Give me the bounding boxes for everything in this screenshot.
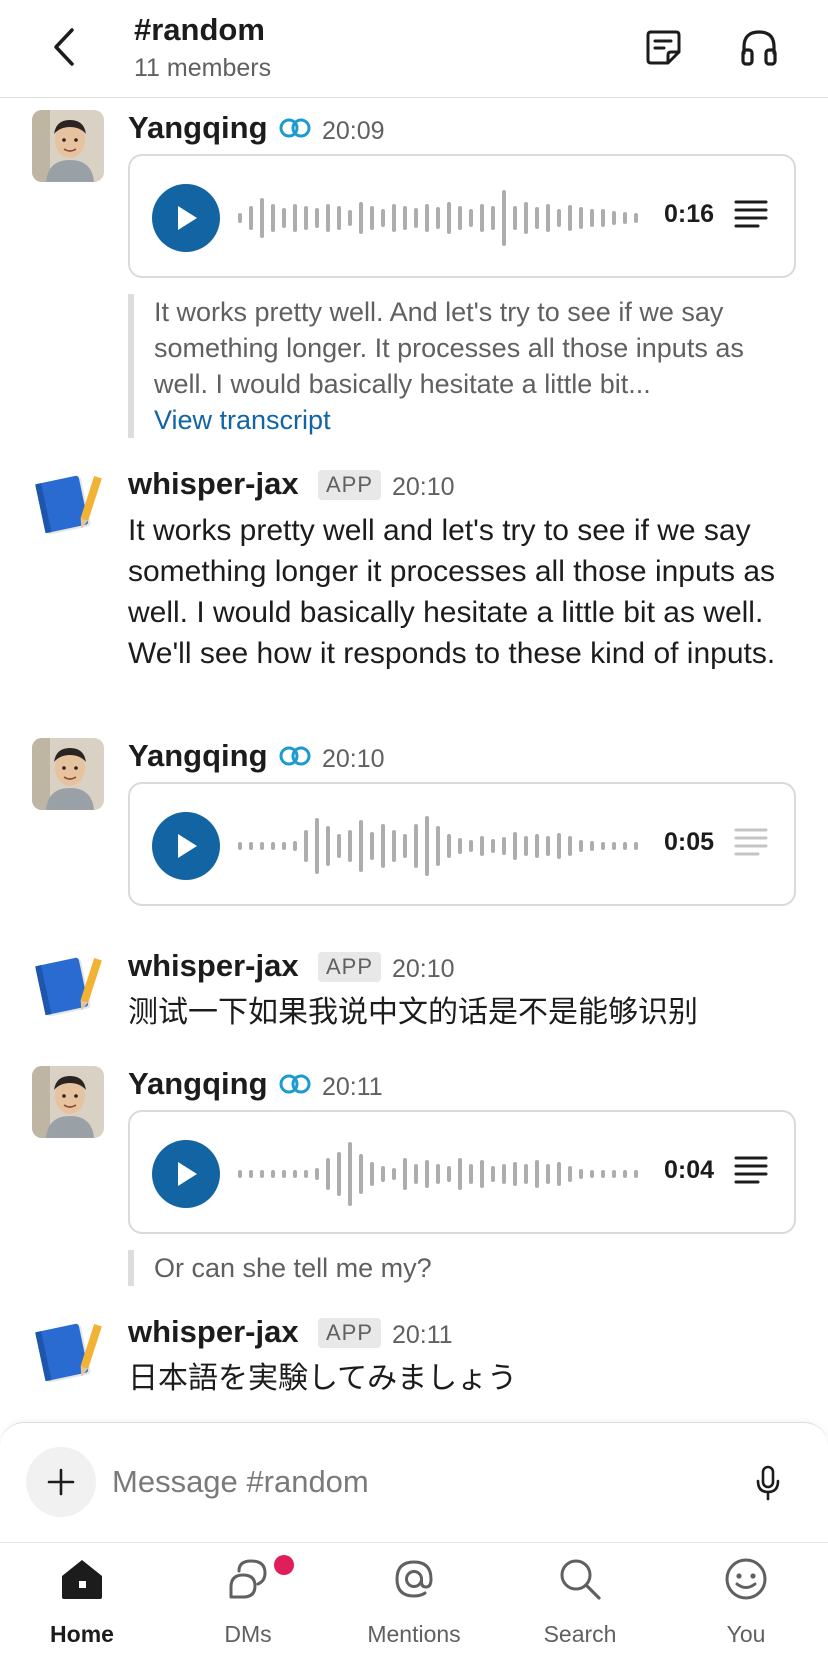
- channel-header: #random 11 members: [0, 0, 828, 98]
- avatar[interactable]: [32, 948, 104, 1020]
- transcript-icon[interactable]: [734, 826, 768, 858]
- back-button[interactable]: [44, 22, 84, 72]
- avatar[interactable]: [32, 1314, 104, 1386]
- message-username[interactable]: whisper-jax: [128, 466, 299, 502]
- canvas-button[interactable]: [640, 24, 686, 70]
- channel-member-count[interactable]: 11 members: [134, 54, 271, 83]
- notebook-app-icon: [32, 466, 104, 538]
- channel-title[interactable]: #random: [134, 12, 265, 48]
- huddle-button[interactable]: [736, 24, 782, 70]
- view-transcript-link[interactable]: View transcript: [154, 402, 798, 438]
- transcript-preview: It works pretty well. And let's try to s…: [128, 294, 798, 438]
- message-text: 测试一下如果我说中文的话是不是能够识别: [128, 996, 698, 1029]
- transcript-text: Or can she tell me my?: [154, 1253, 432, 1283]
- audio-duration: 0:16: [664, 200, 715, 228]
- message-text: It works pretty well and let's try to se…: [128, 514, 776, 670]
- message-username[interactable]: whisper-jax: [128, 1314, 299, 1350]
- canvas-icon: [646, 30, 681, 65]
- message-username[interactable]: Yangqing: [128, 738, 268, 774]
- you-icon: [722, 1555, 770, 1603]
- notebook-app-icon: [32, 948, 104, 1020]
- message-timestamp: 20:10: [392, 955, 455, 983]
- avatar[interactable]: [32, 738, 104, 810]
- bottom-nav: Home DMs Mentions Search You: [0, 1542, 828, 1666]
- message-timestamp: 20:09: [322, 117, 385, 145]
- app-badge: APP: [318, 952, 382, 982]
- message-composer: [0, 1422, 828, 1542]
- app-badge: APP: [318, 470, 382, 500]
- audio-clip[interactable]: 0:16: [128, 154, 796, 278]
- add-attachment-button[interactable]: [26, 1447, 96, 1517]
- plus-icon: [47, 1468, 75, 1496]
- headphones-icon: [741, 30, 777, 66]
- audio-duration: 0:04: [664, 1156, 715, 1184]
- waveform[interactable]: [238, 806, 638, 886]
- notebook-app-icon: [32, 1314, 104, 1386]
- user-avatar-photo: [32, 110, 104, 182]
- transcript-icon[interactable]: [734, 1154, 768, 1186]
- play-icon: [178, 206, 197, 230]
- message-username[interactable]: whisper-jax: [128, 948, 299, 984]
- nav-label: DMs: [224, 1621, 272, 1647]
- nav-label: Mentions: [367, 1621, 461, 1647]
- transcript-icon[interactable]: [734, 198, 768, 230]
- message-timestamp: 20:10: [392, 473, 455, 501]
- avatar[interactable]: [32, 110, 104, 182]
- nav-label: Home: [50, 1621, 114, 1647]
- message-username[interactable]: Yangqing: [128, 1066, 268, 1102]
- user-avatar-photo: [32, 738, 104, 810]
- notification-dot: [274, 1555, 294, 1575]
- play-icon: [178, 1162, 197, 1186]
- status-icon: [279, 118, 311, 138]
- transcript-preview: Or can she tell me my?: [128, 1250, 798, 1286]
- record-audio-button[interactable]: [746, 1461, 790, 1505]
- nav-label: Search: [543, 1621, 617, 1647]
- play-button[interactable]: [152, 1140, 220, 1208]
- chevron-left-icon: [54, 28, 74, 66]
- play-button[interactable]: [152, 812, 220, 880]
- message-timestamp: 20:11: [392, 1321, 453, 1349]
- transcript-text: It works pretty well. And let's try to s…: [154, 297, 744, 399]
- nav-home[interactable]: Home: [2, 1543, 162, 1666]
- home-icon: [58, 1555, 106, 1603]
- message-timestamp: 20:11: [322, 1073, 383, 1101]
- waveform[interactable]: [238, 1134, 638, 1214]
- avatar[interactable]: [32, 466, 104, 538]
- nav-search[interactable]: Search: [500, 1543, 660, 1666]
- waveform[interactable]: [238, 178, 638, 258]
- play-button[interactable]: [152, 184, 220, 252]
- audio-duration: 0:05: [664, 828, 715, 856]
- play-icon: [178, 834, 197, 858]
- app-badge: APP: [318, 1318, 382, 1348]
- mentions-icon: [390, 1555, 438, 1603]
- nav-mentions[interactable]: Mentions: [334, 1543, 494, 1666]
- nav-label: You: [726, 1621, 766, 1647]
- message-timestamp: 20:10: [322, 745, 385, 773]
- audio-clip[interactable]: 0:04: [128, 1110, 796, 1234]
- avatar[interactable]: [32, 1066, 104, 1138]
- status-icon: [279, 1074, 311, 1094]
- message-text: 日本語を実験してみましょう: [128, 1362, 518, 1395]
- user-avatar-photo: [32, 1066, 104, 1138]
- dms-icon: [224, 1555, 272, 1603]
- message-input[interactable]: [112, 1457, 672, 1507]
- nav-you[interactable]: You: [666, 1543, 826, 1666]
- message-username[interactable]: Yangqing: [128, 110, 268, 146]
- status-icon: [279, 746, 311, 766]
- nav-dms[interactable]: DMs: [168, 1543, 328, 1666]
- search-icon: [556, 1555, 604, 1603]
- audio-clip[interactable]: 0:05: [128, 782, 796, 906]
- microphone-icon: [756, 1465, 780, 1501]
